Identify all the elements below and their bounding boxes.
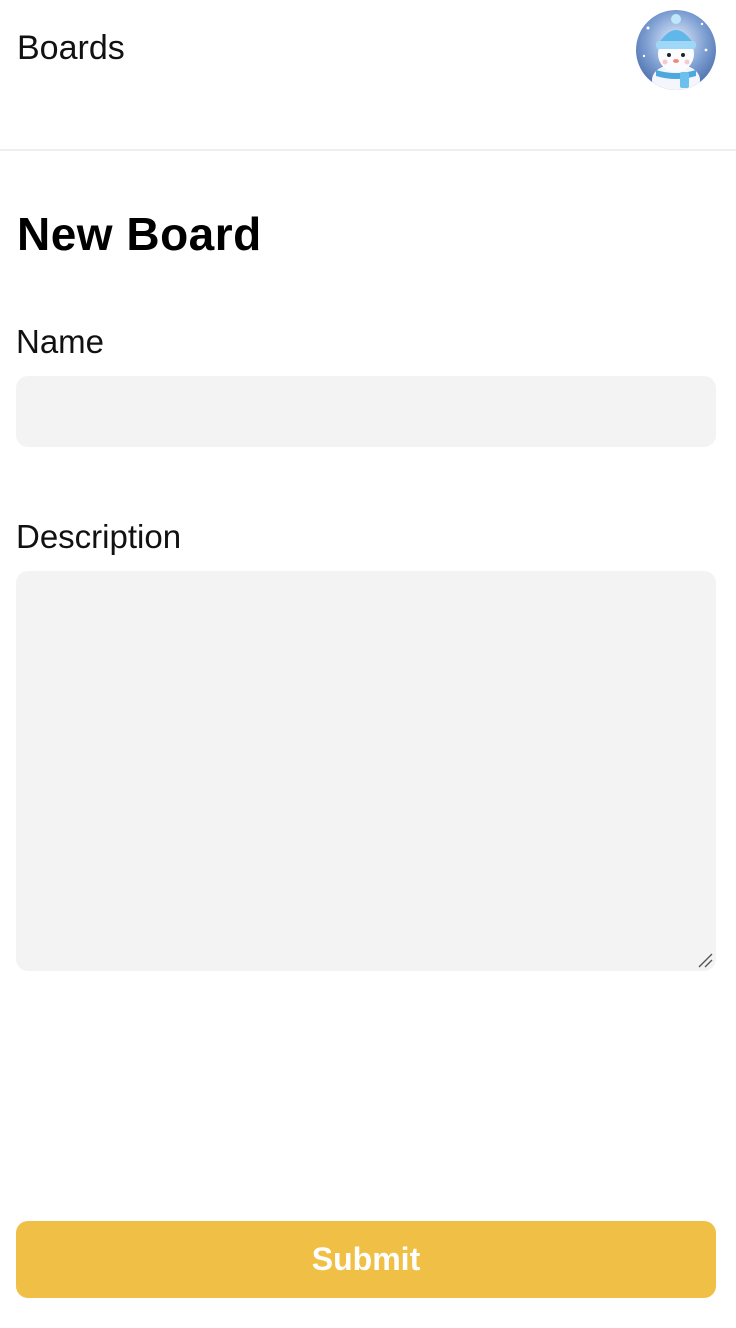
user-avatar[interactable] xyxy=(636,10,716,90)
header-title[interactable]: Boards xyxy=(17,26,125,70)
name-label: Name xyxy=(16,323,105,360)
submit-button[interactable]: Submit xyxy=(16,1221,716,1298)
description-textarea[interactable] xyxy=(16,571,716,971)
page-title: New Board xyxy=(17,208,262,260)
new-board-page: Boards New Board Name Description Submit xyxy=(0,0,736,1328)
description-label: Description xyxy=(16,518,182,555)
app-header: Boards xyxy=(0,0,736,151)
resize-handle-icon[interactable] xyxy=(697,952,713,968)
name-input[interactable] xyxy=(16,376,716,447)
snowman-avatar-icon xyxy=(636,10,716,90)
